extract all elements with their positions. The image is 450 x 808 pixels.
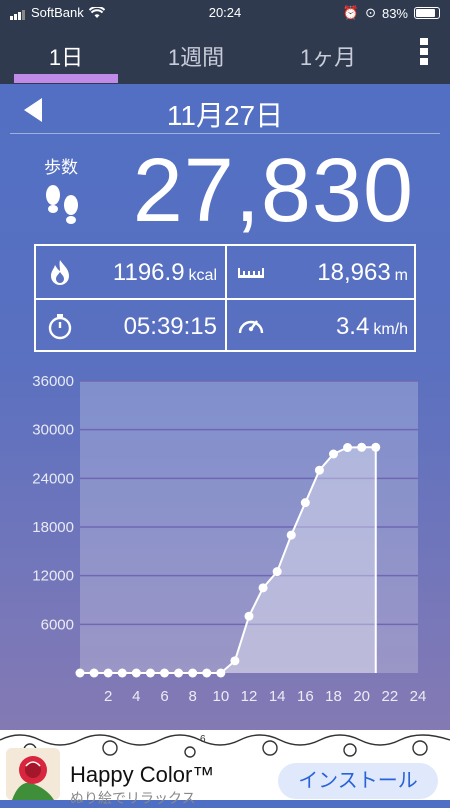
- y-tick-label: 6000: [41, 616, 74, 633]
- stopwatch-icon: [48, 314, 72, 340]
- ad-page-number: 6: [200, 734, 206, 745]
- flame-icon: [51, 260, 69, 285]
- x-tick-label: 18: [325, 688, 342, 705]
- data-point: [244, 611, 254, 621]
- data-point: [329, 449, 338, 459]
- duration-value: 05:39:15: [123, 313, 217, 340]
- ad-artwork: [0, 730, 450, 758]
- status-bar: SoftBank 20:24 ⏰ ⊙ 83%: [0, 0, 450, 26]
- battery-percent: 83%: [381, 5, 408, 21]
- tab-day[interactable]: 1日: [6, 40, 126, 72]
- happy-color-app-icon: [6, 748, 60, 800]
- period-tabs: 1日 1週間 1ヶ月: [0, 26, 450, 84]
- steps-count: 27,830: [132, 141, 414, 241]
- x-tick-label: 4: [132, 688, 140, 705]
- data-point: [314, 465, 324, 475]
- data-point: [75, 668, 85, 678]
- speed-value: 3.4: [335, 313, 370, 340]
- tab-week[interactable]: 1週間: [136, 40, 256, 72]
- x-tick-label: 22: [381, 688, 398, 705]
- date-bar: 11月27日: [0, 84, 450, 134]
- data-point: [202, 668, 212, 678]
- ad-title: Happy Color™: [70, 762, 215, 787]
- speedometer-icon: [238, 320, 264, 334]
- x-tick-label: 6: [160, 688, 168, 705]
- data-point: [230, 656, 240, 666]
- x-tick-label: 14: [269, 688, 286, 705]
- data-point: [272, 567, 282, 577]
- ad-subtitle: ぬり絵でリラックス: [70, 790, 196, 806]
- distance-cell: 18,963 m: [227, 246, 416, 298]
- duration-cell: 05:39:15: [36, 300, 225, 352]
- x-tick-label: 10: [212, 688, 229, 705]
- ad-banner[interactable]: 6 Happy Color™ ぬり絵でリラックス インストール: [0, 730, 450, 806]
- x-tick-label: 20: [353, 688, 370, 705]
- data-point: [160, 668, 169, 678]
- y-tick-label: 36000: [32, 373, 74, 390]
- orientation-lock-icon: ⊙: [365, 5, 376, 20]
- distance-unit: m: [394, 267, 408, 284]
- data-point: [300, 498, 310, 508]
- data-point: [131, 668, 141, 678]
- x-tick-label: 12: [241, 688, 258, 705]
- data-point: [188, 668, 198, 678]
- calories-cell: 1196.9 kcal: [36, 246, 225, 298]
- more-menu-icon[interactable]: [420, 38, 430, 68]
- status-right: ⏰ ⊙ 83%: [343, 5, 440, 21]
- ruler-icon: [238, 268, 264, 278]
- calories-unit: kcal: [188, 267, 217, 284]
- tab-month[interactable]: 1ヶ月: [268, 40, 388, 72]
- date-label: 11月27日: [166, 100, 284, 131]
- steps-label: 歩数: [44, 158, 78, 177]
- y-tick-label: 12000: [32, 568, 74, 585]
- y-tick-label: 30000: [32, 422, 74, 439]
- x-tick-label: 2: [104, 688, 112, 705]
- data-point: [174, 668, 184, 678]
- alarm-icon: ⏰: [342, 5, 360, 20]
- x-tick-label: 16: [297, 688, 314, 705]
- battery-icon: [414, 7, 440, 19]
- x-tick-label: 8: [188, 688, 196, 705]
- distance-value: 18,963: [317, 259, 391, 286]
- data-point: [145, 668, 155, 678]
- data-point: [258, 583, 268, 593]
- install-button[interactable]: インストール: [278, 763, 438, 799]
- data-point: [343, 443, 353, 453]
- data-point: [371, 442, 381, 452]
- data-point: [286, 530, 296, 540]
- y-tick-label: 24000: [32, 470, 74, 487]
- active-tab-indicator: [14, 74, 118, 83]
- speed-unit: km/h: [373, 321, 408, 338]
- stats-grid: 1196.9 kcal 18,963 m 05:39:15 3.4 km/h: [34, 244, 416, 352]
- speed-cell: 3.4 km/h: [227, 300, 416, 352]
- data-point: [103, 668, 113, 678]
- data-point: [357, 442, 367, 452]
- hourly-steps-chart: 600012000180002400030000360002 4 6 8 10 12 14 1…: [32, 373, 427, 705]
- y-tick-label: 18000: [32, 519, 74, 536]
- x-tick-label: 24: [410, 688, 427, 705]
- data-point: [89, 668, 99, 678]
- divider: [10, 133, 440, 134]
- data-point: [216, 668, 226, 678]
- footprints-icon: [46, 185, 78, 224]
- data-point: [117, 668, 127, 678]
- calories-value: 1196.9: [112, 259, 185, 286]
